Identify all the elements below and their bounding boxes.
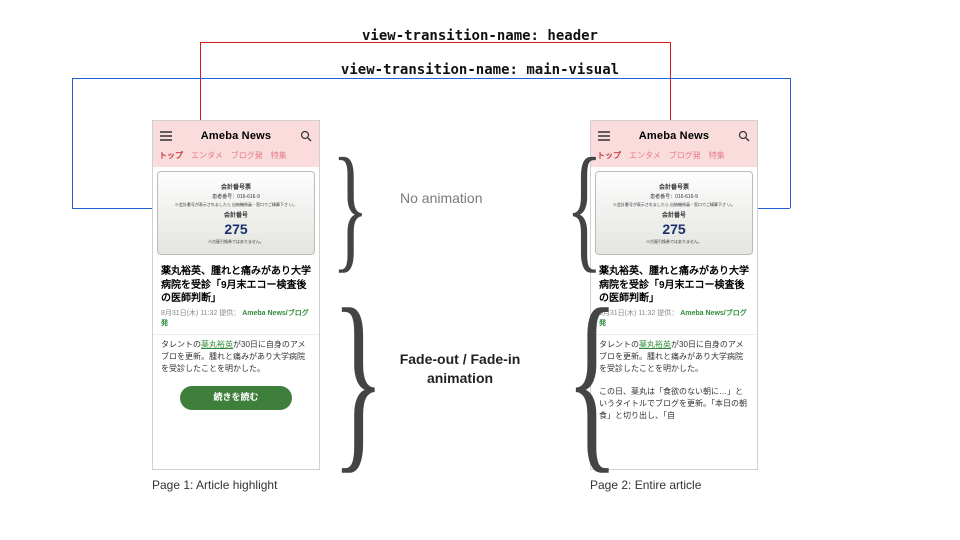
brace-right-bottom: { xyxy=(566,280,580,480)
tab-special[interactable]: 特集 xyxy=(709,150,725,161)
label-no-animation: No animation xyxy=(400,190,483,206)
inline-link[interactable]: 薬丸裕英 xyxy=(201,340,233,349)
article-title: 薬丸裕英、腫れと痛みがあり大学病院を受診「9月末エコー検査後の医師判断」 xyxy=(153,259,319,308)
nav-tabs[interactable]: トップ エンタメ ブログ発 特集 xyxy=(597,146,751,167)
connector-visual-left xyxy=(72,78,73,208)
brand-logo: Ameba News xyxy=(201,130,271,142)
brand-logo: Ameba News xyxy=(639,130,709,142)
tab-blog[interactable]: ブログ発 xyxy=(669,150,701,161)
brace-left-top: } xyxy=(332,138,346,278)
brace-right-top: { xyxy=(566,138,580,278)
connector-header-top xyxy=(200,42,670,43)
connector-header-left xyxy=(200,42,201,122)
article-meta: 8月31日(木) 11:32 提供： Ameba News/ブログ発 xyxy=(153,308,319,334)
connector-header-right xyxy=(670,42,671,122)
annotation-visual: view-transition-name: main-visual xyxy=(0,62,960,78)
page2-main-visual: 会計番号票 患者番号：016-616-9 ※会計番号が表示されましたら 出納機係… xyxy=(591,167,757,259)
tab-entame[interactable]: エンタメ xyxy=(629,150,661,161)
page1-main-visual: 会計番号票 患者番号：016-616-9 ※会計番号が表示されましたら 出納機係… xyxy=(153,167,319,259)
search-icon[interactable] xyxy=(737,129,751,143)
read-more-button[interactable]: 続きを読む xyxy=(180,386,292,410)
page1-header: Ameba News トップ エンタメ ブログ発 特集 xyxy=(153,121,319,167)
connector-visual-left-in xyxy=(72,208,152,209)
label-fade-animation: Fade-out / Fade-in animation xyxy=(375,350,545,388)
ticket-image: 会計番号票 患者番号：016-616-9 ※会計番号が表示されましたら 出納機係… xyxy=(595,171,753,255)
nav-tabs[interactable]: トップ エンタメ ブログ発 特集 xyxy=(159,146,313,167)
connector-visual-right-in xyxy=(758,208,790,209)
article-body: タレントの薬丸裕英が30日に自身のアメブロを更新。腫れと痛みがあり大学病院を受診… xyxy=(153,334,319,414)
connector-visual-top xyxy=(72,78,790,79)
tab-special[interactable]: 特集 xyxy=(271,150,287,161)
ticket-image: 会計番号票 患者番号：016-616-9 ※会計番号が表示されましたら 出納機係… xyxy=(157,171,315,255)
brace-left-bottom: } xyxy=(332,280,346,480)
page2-caption: Page 2: Entire article xyxy=(590,478,701,492)
tab-entame[interactable]: エンタメ xyxy=(191,150,223,161)
inline-link[interactable]: 薬丸裕英 xyxy=(639,340,671,349)
search-icon[interactable] xyxy=(299,129,313,143)
page1-phone: Ameba News トップ エンタメ ブログ発 特集 会計番号票 患者番号：0… xyxy=(152,120,320,470)
page1-caption: Page 1: Article highlight xyxy=(152,478,277,492)
tab-top[interactable]: トップ xyxy=(159,150,183,161)
tab-blog[interactable]: ブログ発 xyxy=(231,150,263,161)
hamburger-icon[interactable] xyxy=(159,129,173,143)
connector-visual-right xyxy=(790,78,791,208)
page2-header: Ameba News トップ エンタメ ブログ発 特集 xyxy=(591,121,757,167)
